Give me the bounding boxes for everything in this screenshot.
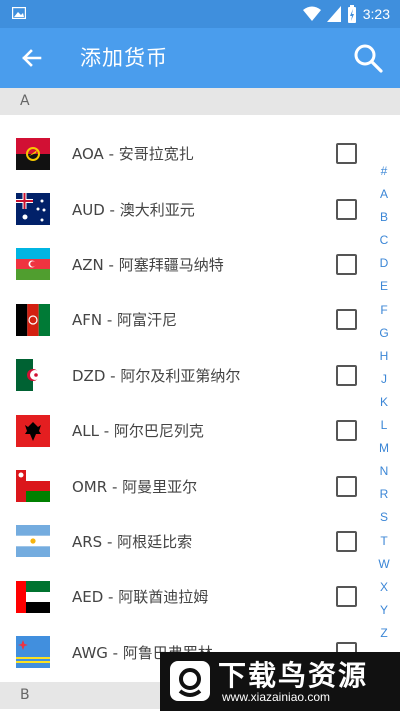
currency-label: OMR - 阿曼里亚尔 bbox=[72, 477, 198, 496]
page-title: 添加货币 bbox=[80, 46, 168, 70]
albania-flag-icon bbox=[16, 414, 50, 447]
index-letter[interactable]: X bbox=[380, 576, 388, 599]
currency-row-aoa[interactable]: AOA - 安哥拉宽扎 bbox=[0, 126, 370, 181]
watermark-banner: 下载鸟资源 www.xiazainiao.com bbox=[160, 652, 400, 711]
currency-checkbox[interactable] bbox=[336, 420, 357, 442]
currency-row-aud[interactable]: AUD - 澳大利亚元 bbox=[0, 181, 370, 236]
currency-checkbox[interactable] bbox=[336, 475, 357, 497]
index-letter[interactable]: D bbox=[380, 252, 389, 275]
currency-label: AZN - 阿塞拜疆马纳特 bbox=[72, 255, 224, 274]
currency-list: AOA - 安哥拉宽扎 AUD - 澳大利亚元 AZN - 阿塞拜疆马纳特 AF… bbox=[0, 126, 370, 680]
currency-checkbox[interactable] bbox=[336, 309, 357, 331]
afghanistan-flag-icon bbox=[16, 303, 50, 336]
argentina-flag-icon bbox=[16, 525, 50, 558]
status-bar: 3:23 bbox=[0, 0, 400, 28]
index-letter[interactable]: Y bbox=[380, 599, 388, 622]
section-header-a: A bbox=[0, 88, 400, 115]
watermark-logo bbox=[170, 661, 210, 701]
currency-row-omr[interactable]: OMR - 阿曼里亚尔 bbox=[0, 458, 370, 513]
currency-row-ars[interactable]: ARS - 阿根廷比索 bbox=[0, 514, 370, 569]
currency-label: AOA - 安哥拉宽扎 bbox=[72, 145, 194, 164]
currency-checkbox[interactable] bbox=[336, 198, 357, 220]
currency-checkbox[interactable] bbox=[336, 143, 357, 165]
index-letter[interactable]: T bbox=[380, 530, 387, 553]
search-icon[interactable] bbox=[352, 42, 384, 74]
currency-label: AUD - 澳大利亚元 bbox=[72, 200, 195, 219]
app-bar: 添加货币 bbox=[0, 28, 400, 88]
status-time: 3:23 bbox=[362, 6, 390, 22]
index-letter[interactable]: J bbox=[381, 368, 387, 391]
currency-row-aed[interactable]: AED - 阿联酋迪拉姆 bbox=[0, 569, 370, 624]
alphabet-index[interactable]: # A B C D E F G H J K L M N R S T W X Y … bbox=[374, 160, 394, 645]
index-letter[interactable]: K bbox=[380, 391, 388, 414]
section-letter: A bbox=[20, 93, 30, 109]
image-notification-icon bbox=[12, 7, 26, 19]
signal-icon bbox=[326, 6, 341, 22]
index-letter[interactable]: F bbox=[380, 299, 387, 322]
oman-flag-icon bbox=[16, 470, 50, 503]
currency-label: ALL - 阿尔巴尼列克 bbox=[72, 422, 204, 441]
back-arrow-icon[interactable] bbox=[18, 44, 46, 72]
index-letter[interactable]: # bbox=[381, 160, 388, 183]
currency-row-dzd[interactable]: DZD - 阿尔及利亚第纳尔 bbox=[0, 348, 370, 403]
currency-label: AED - 阿联酋迪拉姆 bbox=[72, 588, 209, 607]
australia-flag-icon bbox=[16, 193, 50, 226]
index-letter[interactable]: S bbox=[380, 506, 388, 529]
index-letter[interactable]: G bbox=[379, 322, 388, 345]
currency-label: ARS - 阿根廷比索 bbox=[72, 532, 193, 551]
currency-checkbox[interactable] bbox=[336, 253, 357, 275]
algeria-flag-icon bbox=[16, 359, 50, 392]
battery-charging-icon bbox=[347, 5, 356, 23]
index-letter[interactable]: M bbox=[379, 437, 389, 460]
currency-label: AFN - 阿富汗尼 bbox=[72, 311, 178, 330]
aruba-flag-icon bbox=[16, 636, 50, 669]
bird-logo-icon bbox=[178, 668, 202, 697]
currency-row-azn[interactable]: AZN - 阿塞拜疆马纳特 bbox=[0, 237, 370, 292]
currency-label: DZD - 阿尔及利亚第纳尔 bbox=[72, 366, 241, 385]
section-letter: B bbox=[20, 687, 30, 703]
index-letter[interactable]: B bbox=[380, 206, 388, 229]
currency-checkbox[interactable] bbox=[336, 530, 357, 552]
index-letter[interactable]: C bbox=[380, 229, 389, 252]
angola-flag-icon bbox=[16, 137, 50, 170]
currency-checkbox[interactable] bbox=[336, 586, 357, 608]
index-letter[interactable]: N bbox=[380, 460, 389, 483]
currency-row-afn[interactable]: AFN - 阿富汗尼 bbox=[0, 292, 370, 347]
wifi-icon bbox=[302, 6, 321, 21]
index-letter[interactable]: R bbox=[380, 483, 389, 506]
index-letter[interactable]: H bbox=[380, 345, 389, 368]
index-letter[interactable]: W bbox=[378, 553, 389, 576]
currency-row-all[interactable]: ALL - 阿尔巴尼列克 bbox=[0, 403, 370, 458]
azerbaijan-flag-icon bbox=[16, 248, 50, 281]
index-letter[interactable]: L bbox=[381, 414, 388, 437]
watermark-title: 下载鸟资源 bbox=[218, 659, 369, 692]
currency-checkbox[interactable] bbox=[336, 364, 357, 386]
index-letter[interactable]: Z bbox=[380, 622, 387, 645]
watermark-url: www.xiazainiao.com bbox=[222, 690, 331, 704]
index-letter[interactable]: E bbox=[380, 275, 388, 298]
index-letter[interactable]: A bbox=[380, 183, 388, 206]
uae-flag-icon bbox=[16, 580, 50, 613]
